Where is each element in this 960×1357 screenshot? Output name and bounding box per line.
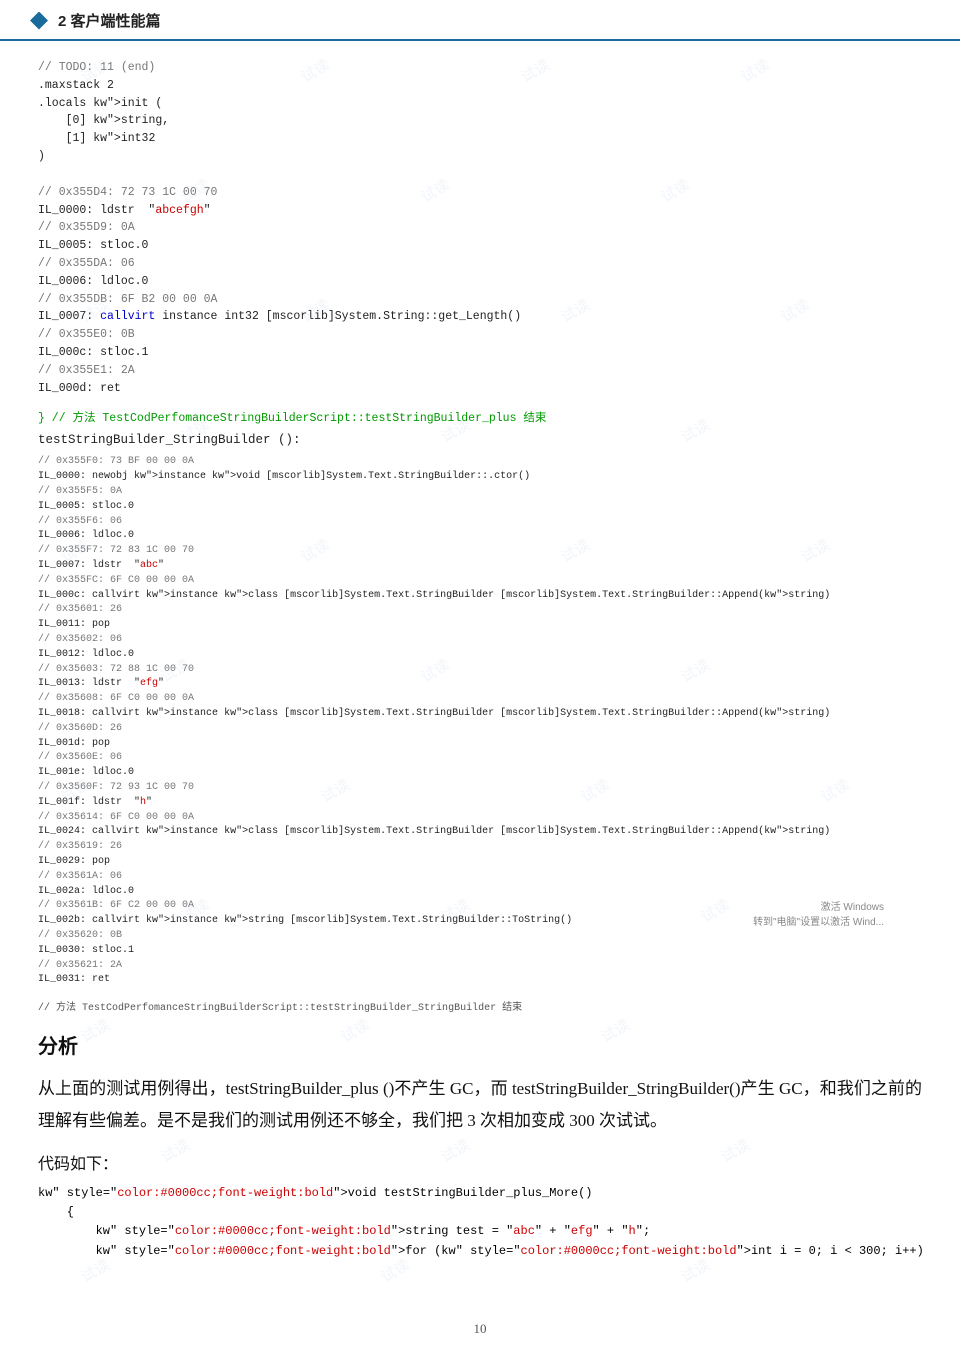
- chapter-icon: [30, 12, 48, 30]
- page-header: 2 客户端性能篇: [0, 0, 960, 41]
- void-code-block: kw" style="color:#0000cc;font-weight:bol…: [38, 1184, 922, 1261]
- analysis-heading: 分析: [38, 1030, 922, 1059]
- analysis-body: 从上面的测试用例得出，testStringBuilder_plus ()不产生 …: [38, 1073, 922, 1136]
- win-activate: 激活 Windows 转到"电脑"设置以激活 Wind...: [753, 898, 884, 928]
- section-end-2: // 方法 TestCodPerfomanceStringBuilderScri…: [38, 998, 922, 1014]
- code-block-1: // TODO: 11 (end) .maxstack 2 .locals kw…: [38, 59, 922, 397]
- code-area-2: // 0x355F0: 73 BF 00 00 0A IL_0000: newo…: [38, 455, 922, 988]
- section-title-2: testStringBuilder_StringBuilder ():: [38, 433, 922, 447]
- header-title: 2 客户端性能篇: [58, 10, 161, 31]
- page-content: // TODO: 11 (end) .maxstack 2 .locals kw…: [0, 59, 960, 1301]
- section-end-1: } // 方法 TestCodPerfomanceStringBuilderSc…: [38, 409, 922, 425]
- page-number: 10: [0, 1321, 960, 1337]
- code-label: 代码如下：: [38, 1150, 922, 1174]
